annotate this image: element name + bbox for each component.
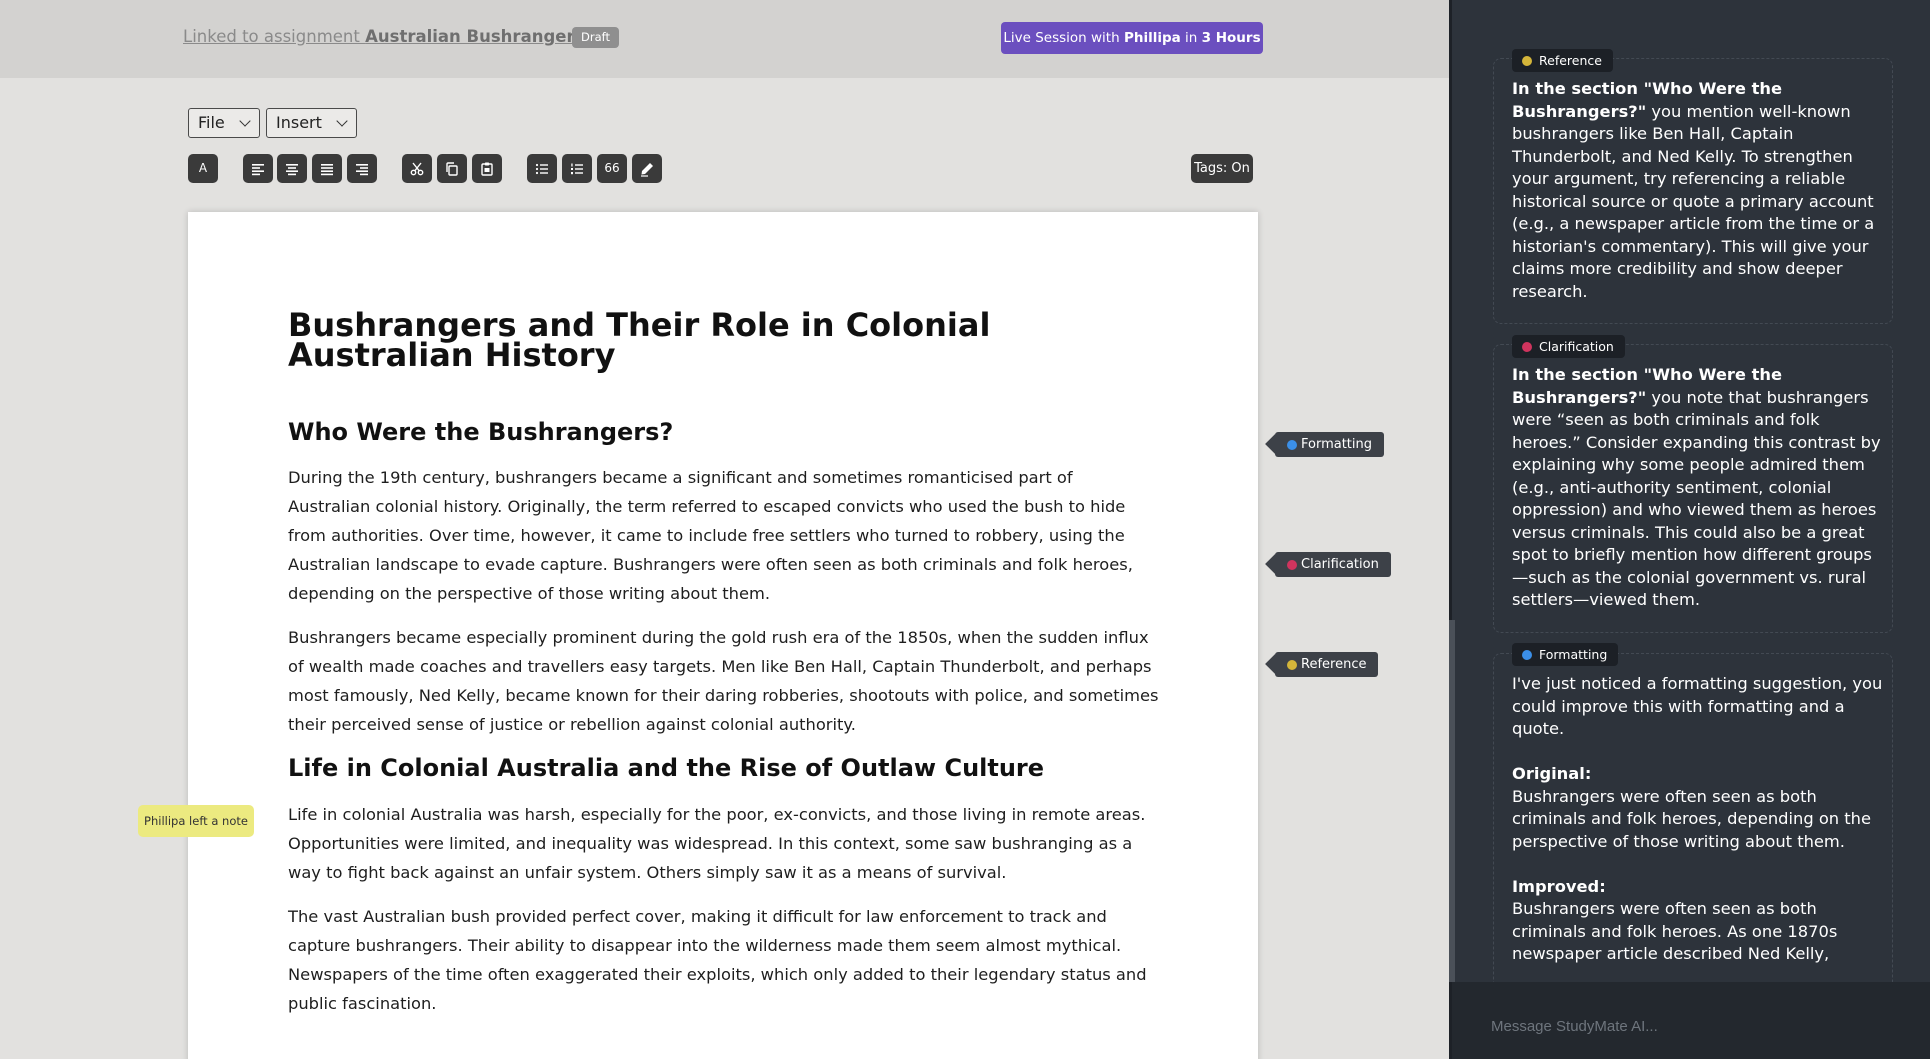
paragraph-2[interactable]: Bushrangers became especially prominent …: [288, 623, 1160, 739]
live-prefix: Live Session with: [1003, 30, 1124, 46]
file-menu-label: File: [198, 113, 225, 132]
clarification-flag-label: Clarification: [1301, 557, 1379, 572]
formatting-original-text: Bushrangers were often seen as both crim…: [1512, 786, 1872, 851]
live-session-button[interactable]: Live Session with Phillipa in 3 Hours: [1001, 22, 1263, 54]
align-justify-icon: [321, 164, 333, 176]
highlight-button[interactable]: [632, 154, 662, 183]
reference-card-label: Reference: [1512, 49, 1613, 72]
tags-toggle[interactable]: Tags: On: [1191, 154, 1253, 183]
insert-menu-label: Insert: [276, 113, 322, 132]
paragraph-3[interactable]: Life in colonial Australia was harsh, es…: [288, 800, 1160, 887]
formatting-improved: Improved: Bushrangers were often seen as…: [1512, 876, 1887, 966]
formatting-flag-label: Formatting: [1301, 437, 1373, 452]
paragraph-4[interactable]: The vast Australian bush provided perfec…: [288, 902, 1160, 1018]
assignment-link-prefix: Linked to assignment: [183, 27, 366, 46]
align-right-button[interactable]: [347, 154, 377, 183]
heading-life-in-colonial-australia[interactable]: Life in Colonial Australia and the Rise …: [288, 754, 1044, 782]
message-input[interactable]: [1491, 1015, 1911, 1037]
chevron-down-icon: [336, 115, 348, 127]
font-button[interactable]: A: [188, 154, 218, 183]
formatting-improved-text: Bushrangers were often seen as both crim…: [1512, 899, 1838, 963]
formatting-intro: I've just noticed a formatting suggestio…: [1512, 674, 1883, 738]
clarification-card-label: Clarification: [1512, 335, 1625, 358]
pen-icon: [641, 163, 653, 177]
formatting-card-label-text: Formatting: [1539, 647, 1608, 662]
panel-scrollbar[interactable]: [1449, 620, 1455, 982]
assignment-name: Australian Bushrangers: [365, 27, 585, 46]
clarification-flag[interactable]: Clarification: [1275, 552, 1391, 577]
formatting-dot-icon: [1287, 440, 1297, 450]
draft-badge: Draft: [572, 27, 619, 48]
align-center-button[interactable]: [277, 154, 307, 183]
reference-flag-label: Reference: [1301, 657, 1367, 672]
cut-button[interactable]: [402, 154, 432, 183]
live-tutor-name: Phillipa: [1123, 30, 1181, 46]
paste-button[interactable]: [472, 154, 502, 183]
font-button-label: A: [198, 161, 208, 175]
quote-icon: 66: [604, 161, 620, 175]
reference-card-label-text: Reference: [1539, 53, 1602, 68]
insert-menu[interactable]: Insert: [266, 108, 357, 138]
formatting-improved-label: Improved:: [1512, 876, 1606, 896]
align-center-icon: [286, 164, 298, 176]
numbered-list-button[interactable]: [562, 154, 592, 183]
reference-card-text: In the section "Who Were the Bushrangers…: [1512, 78, 1887, 303]
heading-who-were-bushrangers[interactable]: Who Were the Bushrangers?: [288, 418, 673, 446]
document-title[interactable]: Bushrangers and Their Role in Colonial A…: [288, 309, 1168, 371]
quote-button[interactable]: 66: [597, 154, 627, 183]
paragraph-1[interactable]: During the 19th century, bushrangers bec…: [288, 463, 1160, 608]
copy-button[interactable]: [437, 154, 467, 183]
reference-flag[interactable]: Reference: [1275, 652, 1379, 677]
file-menu[interactable]: File: [188, 108, 260, 138]
align-right-icon: [356, 164, 368, 176]
bullet-list-icon: [535, 163, 548, 175]
clipboard-icon: [481, 162, 493, 176]
formatting-flag[interactable]: Formatting: [1275, 432, 1385, 457]
align-left-icon: [252, 164, 264, 176]
clarification-card-text: In the section "Who Were the Bushrangers…: [1512, 364, 1887, 612]
formatting-original: Original: Bushrangers were often seen as…: [1512, 763, 1887, 853]
align-left-button[interactable]: [243, 154, 273, 183]
clarification-dot-icon: [1287, 560, 1297, 570]
clarification-card-label-text: Clarification: [1539, 339, 1614, 354]
reference-dot-icon: [1522, 56, 1532, 66]
align-justify-button[interactable]: [312, 154, 342, 183]
clarification-card-body: you note that bushrangers were “seen as …: [1512, 387, 1881, 610]
bullet-list-button[interactable]: [527, 154, 557, 183]
copy-icon: [446, 162, 458, 176]
numbered-list-icon: [571, 163, 583, 175]
phillipa-note[interactable]: Phillipa left a note: [138, 805, 254, 837]
clarification-dot-icon: [1522, 342, 1532, 352]
scissors-icon: [410, 162, 424, 176]
reference-dot-icon: [1287, 660, 1297, 670]
formatting-dot-icon: [1522, 650, 1532, 660]
live-mid: in: [1180, 30, 1202, 46]
live-time: 3 Hours: [1201, 30, 1261, 46]
formatting-card-label: Formatting: [1512, 643, 1619, 666]
assignment-link[interactable]: Linked to assignment Australian Bushrang…: [183, 27, 584, 46]
formatting-card-text: I've just noticed a formatting suggestio…: [1512, 673, 1887, 988]
chevron-down-icon: [239, 115, 251, 127]
formatting-original-label: Original:: [1512, 764, 1592, 783]
reference-card-body: you mention well-known bushrangers like …: [1512, 101, 1875, 301]
